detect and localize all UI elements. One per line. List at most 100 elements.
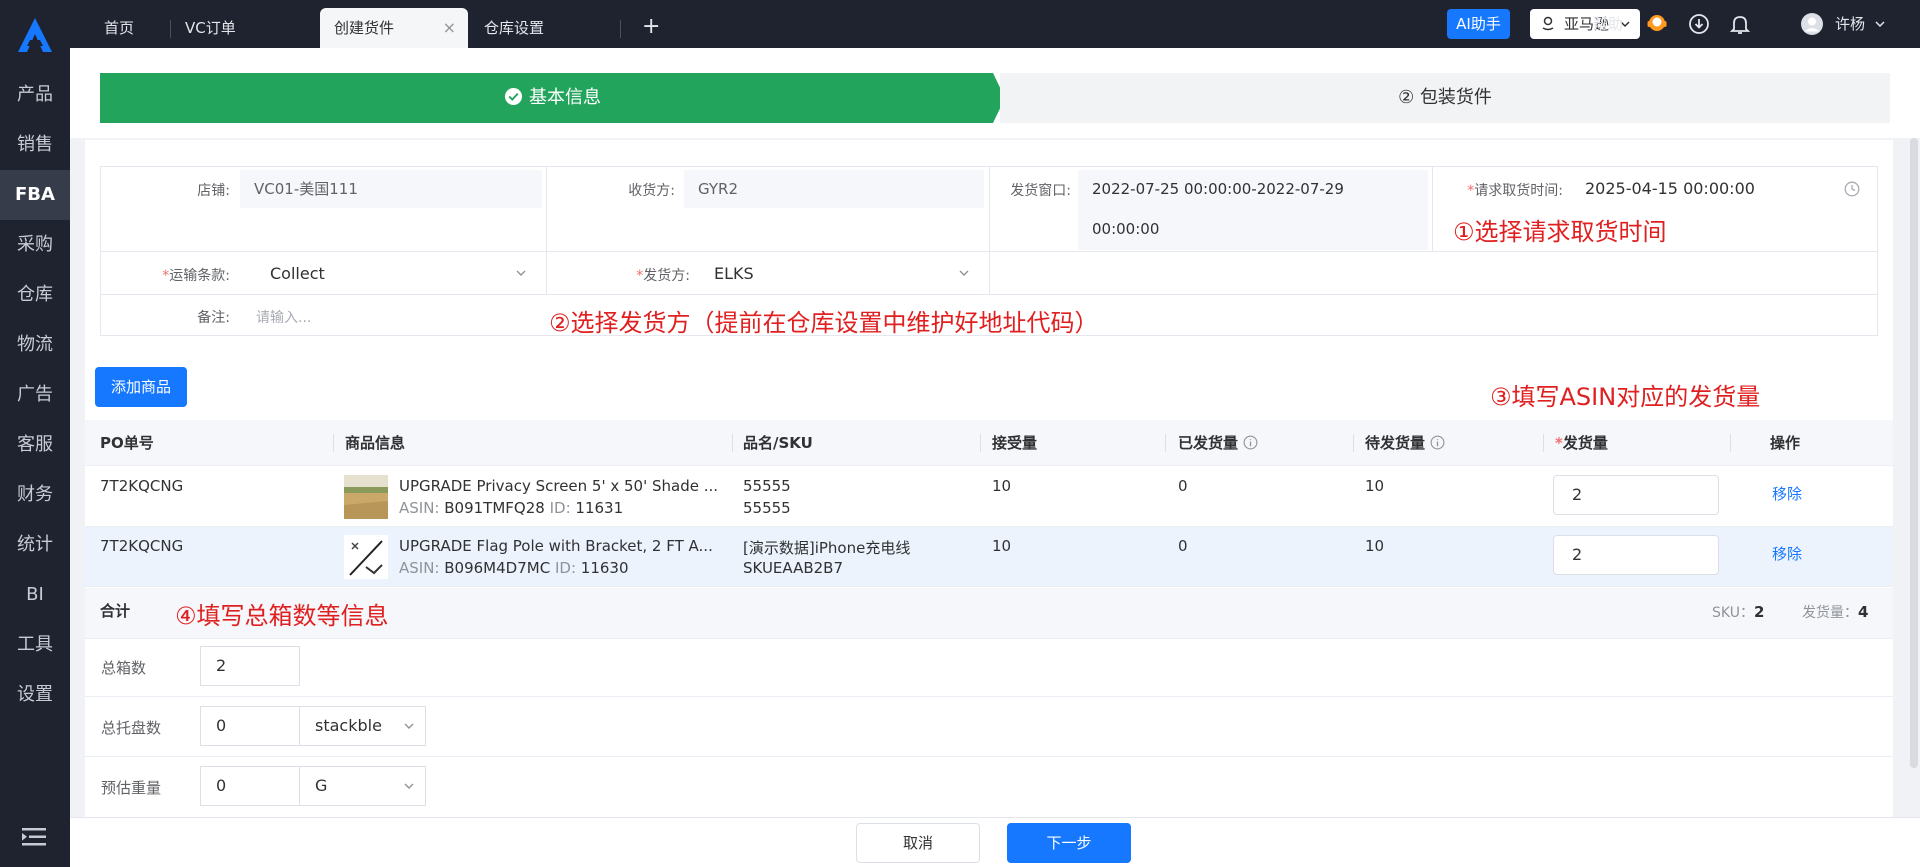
col-shipped: 已发货量 [1178,420,1258,466]
tab-home[interactable]: 首页 [90,8,170,48]
annotation-shipper: ②选择发货方（提前在仓库设置中维护好地址代码） [549,309,1099,337]
remark-label: 备注: [197,310,230,326]
step-number: ② [1398,87,1415,108]
product-meta: ASIN: B091TMFQ28 ID: 11631 [399,499,624,517]
nav-item-warehouse[interactable]: 仓库 [0,270,70,320]
col-po: PO单号 [100,434,154,452]
product-sku: SKUEAAB2B7 [743,559,844,577]
menu-collapse-icon[interactable] [20,825,48,849]
id-value: 11631 [575,499,624,517]
shipped-qty: 0 [1178,477,1188,495]
nav-item-fba[interactable]: FBA [0,170,70,220]
tab-warehouse-settings[interactable]: 仓库设置 [470,8,590,48]
col-name-sku: 品名/SKU [743,434,813,452]
shop-label: 店铺: [197,183,230,199]
col-separator [732,434,733,452]
pallet-type-select[interactable]: stackble [300,706,426,746]
scrollbar[interactable] [1910,138,1918,768]
add-tab-icon[interactable]: + [642,10,660,44]
nav-item-ads[interactable]: 广告 [0,370,70,420]
nav-item-tools[interactable]: 工具 [0,620,70,670]
remove-link[interactable]: 移除 [1772,543,1802,564]
product-name: 55555 [743,477,791,495]
remark-input[interactable]: 请输入... [256,307,311,327]
bell-icon[interactable] [1728,12,1752,36]
nav-item-logistics[interactable]: 物流 [0,320,70,370]
product-title[interactable]: UPGRADE Flag Pole with Bracket, 2 FT A..… [399,537,713,555]
col-separator [1353,434,1354,452]
next-button[interactable]: 下一步 [1007,823,1131,863]
product-thumbnail[interactable] [344,475,388,519]
chevron-down-icon[interactable] [1875,19,1885,29]
footer-bar [70,817,1920,867]
product-thumbnail[interactable] [344,535,388,579]
annotation-pickup-time: ①选择请求取货时间 [1453,218,1667,246]
shipper-select[interactable]: ELKS [714,264,754,283]
col-separator [1730,434,1731,452]
app-logo-icon[interactable] [14,16,56,54]
nav-item-finance[interactable]: 财务 [0,470,70,520]
step-label: 基本信息 [529,87,601,108]
tab-vc-orders[interactable]: VC订单 [171,8,291,48]
customer-service-icon[interactable] [1645,12,1669,36]
po-number: 7T2KQCNG [100,477,184,495]
nav-item-service[interactable]: 客服 [0,420,70,470]
weight-unit-select[interactable]: G [300,766,426,806]
pallets-input[interactable]: 0 [200,706,300,746]
shipping-terms-select[interactable]: Collect [270,264,325,283]
col-product: 商品信息 [345,434,406,452]
check-circle-icon [504,87,523,106]
cancel-button[interactable]: 取消 [856,823,980,863]
top-bar: 首页 VC订单 创建货件 × 仓库设置 + AI助手 亚马逊 帮助 许杨 [70,0,1920,48]
nav-item-product[interactable]: 产品 [0,70,70,120]
avatar[interactable] [1800,12,1824,36]
nav-item-sales[interactable]: 销售 [0,120,70,170]
marketplace-select[interactable]: 亚马逊 [1530,9,1640,39]
user-name[interactable]: 许杨 [1835,0,1865,48]
nav-item-stats[interactable]: 统计 [0,520,70,570]
product-name: [演示数据]iPhone充电线 [743,539,911,557]
id-value: 11630 [580,559,629,577]
info-icon[interactable] [1430,435,1445,450]
po-number: 7T2KQCNG [100,537,184,555]
add-product-button[interactable]: 添加商品 [95,367,187,407]
nav-item-bi[interactable]: BI [0,570,70,620]
chevron-down-icon [404,783,414,789]
shipper-label: *发货方: [636,268,690,284]
ship-qty-input[interactable]: 2 [1553,535,1719,575]
chevron-down-icon[interactable] [515,267,527,279]
chevron-down-icon[interactable] [958,267,970,279]
tab-create-shipment[interactable]: 创建货件 × [320,8,468,48]
help-link[interactable]: 帮助 [1593,0,1623,48]
pallet-type-value: stackble [315,716,382,735]
tab-label: 创建货件 [334,19,395,37]
remove-link[interactable]: 移除 [1772,483,1802,504]
tab-label: VC订单 [185,19,236,37]
receiver-label: 收货方: [628,183,675,199]
col-accepted: 接受量 [992,434,1038,452]
boxes-input[interactable]: 2 [200,646,300,686]
ai-assistant-button[interactable]: AI助手 [1447,9,1510,39]
download-icon[interactable] [1687,12,1711,36]
pickup-time-input[interactable]: 2025-04-15 00:00:00 [1585,179,1755,198]
col-separator [1543,434,1544,452]
step-label: 包装货件 [1419,87,1492,108]
close-icon[interactable]: × [443,8,456,48]
ship-window-field: 2022-07-25 00:00:00-2022-07-29 00:00:00 [1078,170,1428,250]
pickup-time-label: *请求取货时间: [1467,183,1563,199]
weight-input[interactable]: 0 [200,766,300,806]
ship-window-end: 00:00:00 [1092,220,1160,238]
product-title[interactable]: UPGRADE Privacy Screen 5' x 50' Shade ..… [399,477,718,495]
nav-item-purchase[interactable]: 采购 [0,220,70,270]
clock-icon[interactable] [1844,181,1860,197]
qty-count: 4 [1858,603,1869,621]
asin-value: B096M4D7MC [444,559,551,577]
table-row: 7T2KQCNG UPGRADE Flag Pole with Bracket,… [85,527,1893,587]
accepted-qty: 10 [992,477,1012,495]
shipping-terms-label: *运输条款: [162,268,230,284]
ship-qty-input[interactable]: 2 [1553,475,1719,515]
total-label: 合计 [100,602,131,620]
info-icon[interactable] [1243,435,1258,450]
nav-item-settings[interactable]: 设置 [0,670,70,720]
ship-window-label: 发货窗口: [1010,183,1071,199]
